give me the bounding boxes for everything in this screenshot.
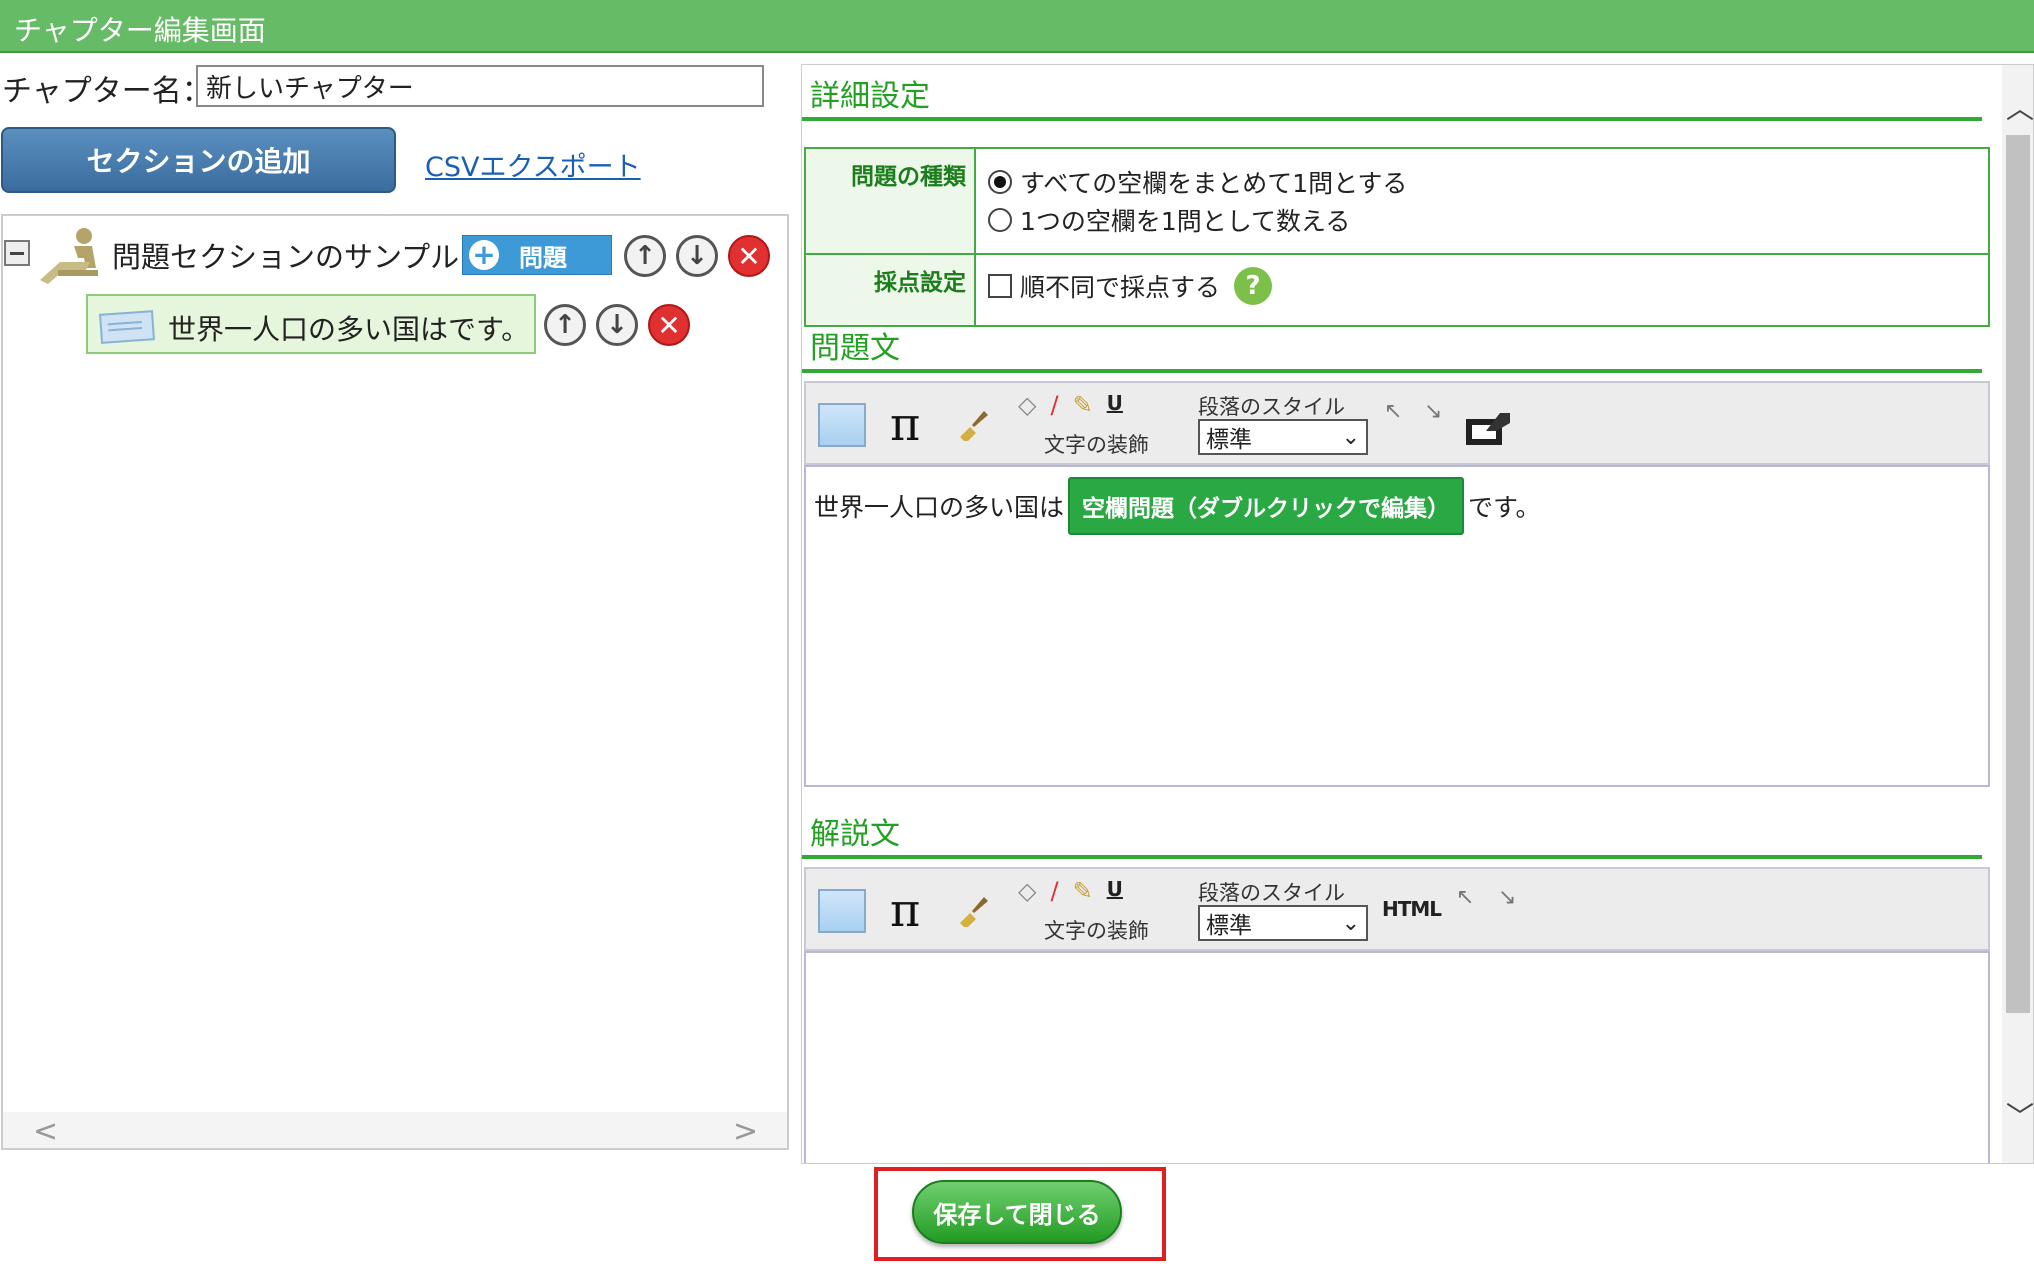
chapter-name-input[interactable] [196,65,764,107]
indent-in-icon[interactable]: ↘ [1498,885,1516,910]
chevron-down-icon: ⌄ [1341,911,1360,936]
question-text-content[interactable]: 世界一人口の多い国は 空欄問題（ダブルクリックで編集） です。 [814,477,1541,535]
csv-export-link[interactable]: CSVエクスポート [425,145,641,184]
insert-formula-icon[interactable]: π [890,397,920,451]
scroll-left-icon[interactable]: < [33,1114,58,1149]
explanation-toolbar: π ◇ / ✎ U 文字の装飾 段落のスタイル 標準 ⌄ HTML ↖ ↘ [804,867,1990,951]
question-text-after: です。 [1468,493,1541,522]
underline-icon[interactable]: U [1107,391,1123,419]
radio-unselected-icon[interactable] [988,208,1012,232]
underline-icon[interactable]: U [1107,877,1123,905]
text-decoration-icons: ◇ / ✎ U [1018,877,1123,905]
explanation-divider [802,855,1982,859]
help-icon[interactable]: ? [1234,267,1273,305]
blank-question-chip[interactable]: 空欄問題（ダブルクリックで編集） [1068,477,1465,535]
settings-heading: 詳細設定 [810,79,930,114]
scroll-down-icon[interactable]: ﹀ [2006,1095,2033,1135]
highlight-icon[interactable]: ✎ [1073,877,1093,905]
question-list-item[interactable]: 世界一人口の多い国はです。 [86,294,536,354]
title-bar: チャプター編集画面 [0,0,2034,53]
insert-image-icon[interactable] [818,889,866,933]
question-type-option-each-label: 1つの空欄を1問として数える [1020,207,1351,236]
vertical-scrollbar[interactable]: ︿ ﹀ [2002,65,2033,1163]
insert-blank-icon[interactable] [1464,407,1514,447]
paragraph-style-select[interactable]: 標準 ⌄ [1198,419,1368,455]
scoring-label: 採点設定 [804,253,976,327]
insert-formula-icon[interactable]: π [890,883,920,937]
chapter-name-label: チャプター名： [2,74,212,109]
question-move-down-button[interactable]: ↓ [596,304,638,346]
horizontal-scrollbar[interactable]: < > [3,1112,787,1149]
question-text-heading: 問題文 [810,331,900,366]
add-question-label: 問題 [519,243,567,272]
section-move-down-button[interactable]: ↓ [676,235,718,277]
unordered-scoring-checkbox[interactable] [988,274,1012,298]
radio-selected-icon[interactable] [988,170,1012,194]
question-text-toolbar: π ◇ / ✎ U 文字の装飾 段落のスタイル 標準 ⌄ ↖ ↘ [804,381,1990,465]
question-type-option-each[interactable]: 1つの空欄を1問として数える [988,201,1976,239]
text-color-icon[interactable]: / [1050,391,1058,419]
text-color-icon[interactable]: / [1050,877,1058,905]
question-text-editor[interactable]: 世界一人口の多い国は 空欄問題（ダブルクリックで編集） です。 [804,465,1990,787]
question-move-up-button[interactable]: ↑ [544,304,586,346]
question-type-option-all[interactable]: すべての空欄をまとめて1問とする [988,163,1976,201]
format-brush-icon[interactable] [956,893,990,927]
paragraph-style-value: 標準 [1206,913,1252,939]
scoring-option-row[interactable]: 順不同で採点する ? [988,267,1976,305]
indent-in-icon[interactable]: ↘ [1424,399,1442,424]
eraser-icon[interactable]: ◇ [1018,877,1036,905]
section-tree-panel: < > [1,214,789,1150]
unordered-scoring-label: 順不同で採点する [1020,273,1221,302]
question-item-text: 世界一人口の多い国はです。 [168,313,530,346]
section-person-icon [40,228,98,284]
highlight-icon[interactable]: ✎ [1073,391,1093,419]
question-delete-button[interactable]: ✕ [648,304,690,346]
insert-image-icon[interactable] [818,403,866,447]
html-source-button[interactable]: HTML [1382,897,1442,921]
question-text-before: 世界一人口の多い国は [814,493,1065,522]
format-brush-icon[interactable] [956,407,990,441]
text-decoration-label: 文字の装飾 [1044,919,1149,943]
question-editor-panel: ︿ ﹀ 詳細設定 問題の種類 すべての空欄をまとめて1問とする 1つの空欄を1問… [801,64,2034,1164]
settings-divider [802,117,1982,121]
add-question-button[interactable]: + 問題 [462,235,612,275]
collapse-toggle-icon[interactable] [4,240,30,266]
section-delete-button[interactable]: ✕ [728,235,770,277]
section-title[interactable]: 問題セクションのサンプル [112,234,459,276]
paragraph-style-label: 段落のスタイル [1198,395,1345,419]
scroll-up-icon[interactable]: ︿ [2006,87,2033,127]
question-card-icon [99,310,155,344]
scroll-right-icon[interactable]: > [733,1114,758,1149]
scrollbar-thumb[interactable] [2006,135,2030,1013]
indent-out-icon[interactable]: ↖ [1456,885,1474,910]
explanation-heading: 解説文 [810,817,900,852]
window-title: チャプター編集画面 [14,14,266,47]
question-type-label: 問題の種類 [804,147,976,255]
question-text-divider [802,369,1982,373]
paragraph-style-select[interactable]: 標準 ⌄ [1198,905,1368,941]
indent-out-icon[interactable]: ↖ [1384,399,1402,424]
text-decoration-label: 文字の装飾 [1044,433,1149,457]
paragraph-style-label: 段落のスタイル [1198,881,1345,905]
chevron-down-icon: ⌄ [1341,425,1360,450]
section-move-up-button[interactable]: ↑ [624,235,666,277]
settings-table: 問題の種類 すべての空欄をまとめて1問とする 1つの空欄を1問として数える 採点… [804,147,1990,327]
paragraph-style-value: 標準 [1206,427,1252,453]
text-decoration-icons: ◇ / ✎ U [1018,391,1123,419]
question-type-option-all-label: すべての空欄をまとめて1問とする [1020,169,1408,198]
eraser-icon[interactable]: ◇ [1018,391,1036,419]
explanation-editor[interactable] [804,951,1990,1163]
plus-icon: + [469,240,499,270]
save-and-close-button[interactable]: 保存して閉じる [912,1180,1122,1244]
add-section-button[interactable]: セクションの追加 [1,127,396,193]
